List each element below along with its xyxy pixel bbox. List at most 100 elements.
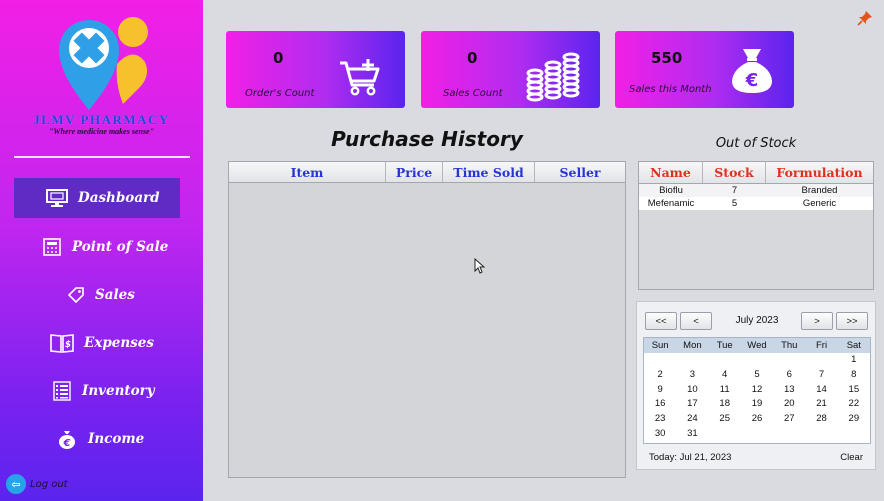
sidebar-item-label: Sales (95, 287, 135, 303)
purchase-history-table[interactable]: Item Price Time Sold Seller (228, 161, 626, 478)
sales-count-card: 0 Sales Count (421, 31, 600, 108)
orders-count-value: 0 (273, 49, 284, 67)
sidebar-item-dashboard[interactable]: Dashboard (14, 178, 180, 218)
calendar: << < July 2023 > >> Sun Mon Tue Wed Thu Fri Sa… (636, 301, 876, 470)
weekday-label: Mon (683, 340, 702, 351)
list-icon (53, 381, 71, 401)
calendar-day[interactable]: 25 (709, 412, 741, 427)
column-header-time-sold[interactable]: Time Sold (443, 162, 535, 182)
next-month-button[interactable]: > (801, 312, 833, 330)
sidebar-item-expenses[interactable]: $ Expenses (14, 323, 180, 363)
sidebar-item-income[interactable]: € Income (14, 419, 180, 459)
column-header-name[interactable]: Name (639, 162, 703, 183)
calendar-day[interactable]: 17 (676, 397, 708, 412)
calendar-day[interactable]: 31 (676, 427, 708, 442)
calendar-day[interactable]: 24 (676, 412, 708, 427)
calendar-day (773, 353, 805, 368)
calendar-day[interactable]: 5 (741, 368, 773, 383)
price-tag-icon (67, 287, 84, 304)
sidebar-item-label: Income (88, 431, 145, 447)
column-header-item[interactable]: Item (229, 162, 386, 182)
calendar-day (709, 427, 741, 442)
sidebar-item-label: Point of Sale (72, 239, 169, 255)
calendar-week: 2345678 (644, 368, 870, 383)
calendar-month-label: July 2023 (735, 315, 779, 326)
table-header: Name Stock Formulation (639, 162, 873, 184)
calendar-day[interactable]: 30 (644, 427, 676, 442)
clear-button[interactable]: Clear (840, 452, 863, 463)
calendar-day[interactable]: 21 (805, 397, 837, 412)
column-header-formulation[interactable]: Formulation (766, 162, 873, 183)
table-cell: Mefenamic (647, 198, 695, 209)
register-icon (43, 238, 61, 256)
calendar-day[interactable]: 12 (741, 383, 773, 398)
table-row[interactable]: Mefenamic 5 Generic (639, 197, 873, 210)
column-header-price[interactable]: Price (386, 162, 443, 182)
calendar-day[interactable]: 23 (644, 412, 676, 427)
cart-add-icon (340, 59, 380, 96)
calendar-day[interactable]: 6 (773, 368, 805, 383)
calendar-day[interactable]: 29 (838, 412, 870, 427)
weekday-label: Sun (651, 340, 669, 351)
table-cell: Branded (801, 185, 838, 196)
calendar-day[interactable]: 16 (644, 397, 676, 412)
calendar-week: 16 17 18 19 20 21 22 (644, 397, 870, 412)
calendar-day[interactable]: 26 (741, 412, 773, 427)
sidebar-item-label: Dashboard (78, 190, 160, 206)
column-header-seller[interactable]: Seller (535, 162, 625, 182)
orders-count-card: 0 Order's Count (226, 31, 405, 108)
calendar-week: 9 10 11 12 13 14 15 (644, 383, 870, 398)
logout-icon: ⇦ (6, 474, 26, 494)
weekday-header: Sun Mon Tue Wed Thu Fri Sat (644, 338, 870, 353)
sidebar-item-inventory[interactable]: Inventory (14, 371, 180, 411)
calendar-day[interactable]: 15 (838, 383, 870, 398)
calendar-week: 23 24 25 26 27 28 29 (644, 412, 870, 427)
calendar-day[interactable]: 14 (805, 383, 837, 398)
next-year-button[interactable]: >> (836, 312, 868, 330)
monthly-sales-card: 550 Sales this Month € (615, 31, 794, 108)
calendar-day (644, 353, 676, 368)
calendar-day[interactable]: 20 (773, 397, 805, 412)
sidebar: JLMV PHARMACY "Where medicine makes sens… (0, 0, 203, 501)
calendar-day (838, 427, 870, 442)
calendar-day[interactable]: 7 (805, 368, 837, 383)
ledger-book-icon: $ (50, 334, 74, 353)
calendar-day[interactable]: 22 (838, 397, 870, 412)
monthly-sales-value: 550 (651, 49, 683, 67)
mouse-cursor-icon (474, 258, 485, 274)
prev-year-button[interactable]: << (645, 312, 677, 330)
calendar-day[interactable]: 8 (838, 368, 870, 383)
calendar-day (676, 353, 708, 368)
pin-icon[interactable] (857, 10, 873, 26)
table-row[interactable]: Bioflu 7 Branded (639, 184, 873, 197)
logout-button[interactable]: ⇦ Log out (6, 474, 68, 494)
prev-month-button[interactable]: < (680, 312, 712, 330)
monthly-sales-label: Sales this Month (629, 84, 712, 95)
table-header: Item Price Time Sold Seller (229, 162, 625, 183)
calendar-day[interactable]: 3 (676, 368, 708, 383)
calendar-day (741, 427, 773, 442)
calendar-days: 1 2 3 4 5 6 7 8 9 10 11 12 13 14 15 16 17 18 19 20 21 22 23 24 2… (644, 353, 870, 442)
calendar-day[interactable]: 9 (644, 383, 676, 398)
sidebar-item-point-of-sale[interactable]: Point of Sale (14, 227, 180, 267)
euro-coin-icon: € (59, 431, 75, 449)
calendar-day[interactable]: 1 (838, 353, 870, 368)
calendar-day[interactable]: 4 (709, 368, 741, 383)
calendar-day[interactable]: 18 (709, 397, 741, 412)
calendar-day[interactable]: 2 (644, 368, 676, 383)
out-of-stock-table[interactable]: Name Stock Formulation Bioflu 7 Branded Mef… (638, 161, 874, 290)
monitor-icon (46, 189, 68, 207)
sales-count-label: Sales Count (443, 88, 503, 99)
svg-text:€: € (745, 70, 759, 91)
calendar-week: 30 31 (644, 427, 870, 442)
column-header-stock[interactable]: Stock (703, 162, 766, 183)
calendar-day[interactable]: 13 (773, 383, 805, 398)
today-label[interactable]: Today: Jul 21, 2023 (649, 452, 731, 463)
calendar-day[interactable]: 10 (676, 383, 708, 398)
calendar-day[interactable]: 11 (709, 383, 741, 398)
calendar-day[interactable]: 27 (773, 412, 805, 427)
calendar-day[interactable]: 19 (741, 397, 773, 412)
sidebar-item-sales[interactable]: Sales (14, 275, 180, 315)
calendar-day[interactable]: 28 (805, 412, 837, 427)
calendar-day (741, 353, 773, 368)
